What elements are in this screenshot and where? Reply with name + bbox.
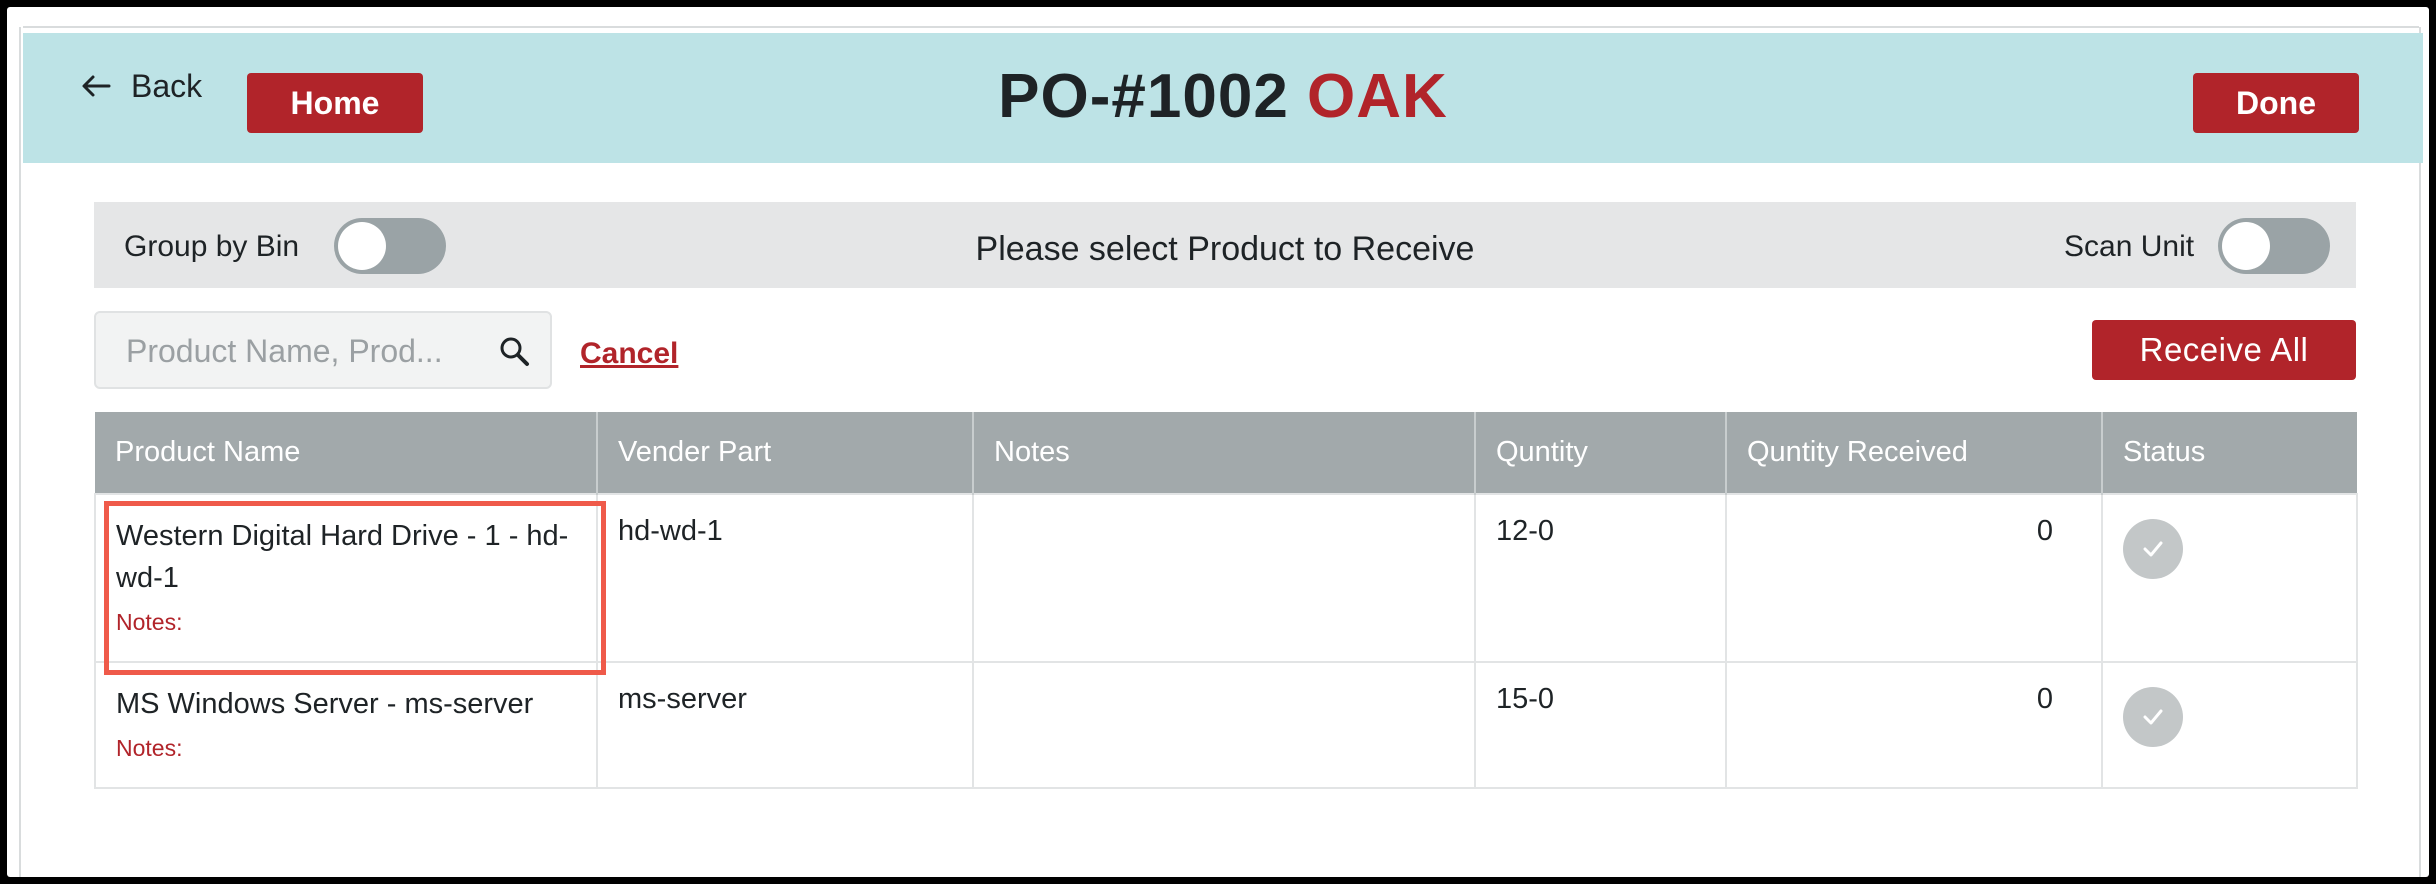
check-icon [2143, 709, 2163, 725]
table-row[interactable]: Western Digital Hard Drive - 1 - hd-wd-1… [94, 493, 2358, 663]
quantity-cell: 15-0 [1474, 661, 1727, 789]
column-header-vender-part[interactable]: Vender Part [597, 412, 974, 494]
page-title: PO-#1002 OAK [23, 61, 2423, 132]
product-name: MS Windows Server - ms-server [116, 688, 534, 720]
column-header-notes[interactable]: Notes [973, 412, 1476, 494]
search-input[interactable] [124, 327, 468, 375]
scan-unit-label: Scan Unit [2064, 230, 2195, 263]
table-header-row: Product Name Vender Part Notes Quntity Q… [95, 412, 2357, 494]
status-cell [2101, 493, 2358, 663]
table-row[interactable]: MS Windows Server - ms-server Notes: ms-… [94, 661, 2358, 789]
product-name-cell[interactable]: MS Windows Server - ms-server Notes: [94, 661, 598, 789]
status-check-button[interactable] [2123, 519, 2183, 579]
done-button[interactable]: Done [2193, 73, 2359, 133]
product-search [94, 311, 552, 389]
search-icon[interactable] [498, 335, 530, 367]
header-bar: Back Home PO-#1002 OAK Done [23, 33, 2423, 163]
column-header-quantity-received[interactable]: Quntity Received [1726, 412, 2103, 494]
po-number: PO-#1002 [998, 62, 1289, 131]
column-header-product-name[interactable]: Product Name [95, 412, 598, 494]
receive-toolbar: Group by Bin Please select Product to Re… [94, 202, 2356, 288]
column-header-quantity[interactable]: Quntity [1475, 412, 1727, 494]
check-icon [2143, 541, 2163, 557]
notes-cell [972, 493, 1476, 663]
divider [23, 26, 2419, 28]
product-name-cell[interactable]: Western Digital Hard Drive - 1 - hd-wd-1… [94, 493, 598, 663]
instruction-message: Please select Product to Receive [975, 230, 1475, 268]
divider [19, 27, 21, 877]
app-window: Back Home PO-#1002 OAK Done Group by Bin… [7, 7, 2429, 877]
notes-label: Notes: [116, 735, 183, 761]
vender-part-cell: ms-server [596, 661, 974, 789]
notes-label: Notes: [116, 609, 183, 635]
quantity-received-cell: 0 [1725, 661, 2103, 789]
cancel-link[interactable]: Cancel [580, 337, 678, 371]
column-header-status[interactable]: Status [2102, 412, 2357, 494]
notes-cell [972, 661, 1476, 789]
toggle-knob [2222, 222, 2270, 270]
status-check-button[interactable] [2123, 687, 2183, 747]
quantity-received-cell: 0 [1725, 493, 2103, 663]
location-code: OAK [1307, 62, 1448, 131]
receive-all-button[interactable]: Receive All [2092, 320, 2356, 380]
status-cell [2101, 661, 2358, 789]
products-table: Product Name Vender Part Notes Quntity Q… [94, 412, 2358, 789]
scan-unit-toggle[interactable] [2218, 218, 2330, 274]
vender-part-cell: hd-wd-1 [596, 493, 974, 663]
product-name: Western Digital Hard Drive - 1 - hd-wd-1 [116, 520, 569, 594]
quantity-cell: 12-0 [1474, 493, 1727, 663]
